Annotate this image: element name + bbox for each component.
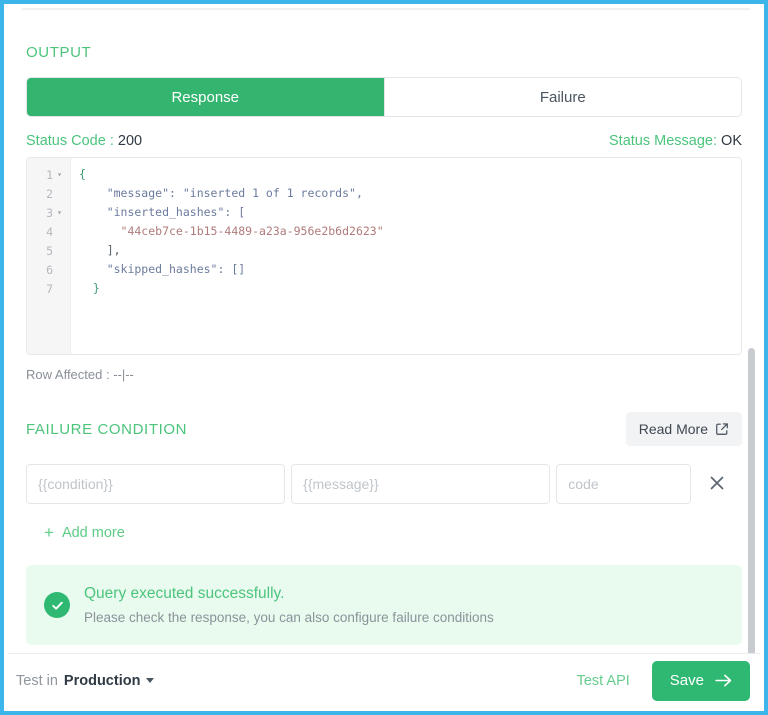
top-divider bbox=[22, 8, 750, 10]
read-more-label: Read More bbox=[638, 421, 708, 437]
save-button[interactable]: Save bbox=[651, 660, 750, 701]
gutter-row[interactable]: 6 bbox=[27, 260, 70, 279]
banner-subtitle: Please check the response, you can also … bbox=[84, 610, 494, 625]
test-in-label: Test in bbox=[16, 672, 58, 689]
external-link-icon bbox=[715, 422, 729, 436]
gutter-row[interactable]: 2 bbox=[27, 184, 70, 203]
gutter-row[interactable]: 5 bbox=[27, 241, 70, 260]
tab-failure[interactable]: Failure bbox=[384, 78, 741, 116]
scrollable-content-area[interactable]: OUTPUT Response Failure Status Code : 20… bbox=[8, 8, 760, 657]
banner-text-group: Query executed successfully. Please chec… bbox=[84, 585, 494, 625]
panel-content: OUTPUT Response Failure Status Code : 20… bbox=[8, 44, 760, 645]
code-line: } bbox=[79, 279, 741, 298]
code-line: ], bbox=[79, 241, 741, 260]
code-token: "inserted_hashes": [ bbox=[79, 205, 246, 219]
read-more-button[interactable]: Read More bbox=[625, 412, 742, 446]
response-code-editor[interactable]: 1 ▾ 2 3 ▾ 4 5 6 7 {"message": "inserted… bbox=[26, 157, 742, 355]
success-banner: Query executed successfully. Please chec… bbox=[26, 565, 742, 645]
status-code-label: Status Code : bbox=[26, 133, 114, 149]
output-tabs: Response Failure bbox=[26, 77, 742, 117]
status-message-value: OK bbox=[721, 133, 742, 149]
add-more-button[interactable]: + Add more bbox=[44, 524, 125, 541]
scrollbar-thumb[interactable] bbox=[748, 348, 755, 660]
vertical-scrollbar[interactable] bbox=[748, 8, 760, 660]
status-message: Status Message: OK bbox=[609, 133, 742, 149]
output-section-title: OUTPUT bbox=[26, 44, 92, 61]
line-number: 1 bbox=[46, 167, 53, 182]
code-token: { bbox=[79, 167, 86, 181]
failure-condition-header: FAILURE CONDITION Read More bbox=[26, 412, 742, 446]
add-more-label: Add more bbox=[61, 524, 125, 541]
status-code: Status Code : 200 bbox=[26, 133, 142, 149]
status-code-value: 200 bbox=[117, 133, 143, 149]
code-token: } bbox=[79, 281, 100, 295]
save-label: Save bbox=[669, 672, 704, 689]
line-number: 7 bbox=[46, 281, 53, 296]
code-token: ], bbox=[79, 243, 121, 257]
close-icon bbox=[708, 474, 726, 495]
editor-gutter: 1 ▾ 2 3 ▾ 4 5 6 7 bbox=[27, 158, 71, 354]
line-number: 4 bbox=[46, 224, 53, 239]
condition-input[interactable] bbox=[26, 464, 286, 504]
gutter-row[interactable]: 7 bbox=[27, 279, 70, 298]
line-number: 2 bbox=[46, 186, 53, 201]
chevron-down-icon bbox=[146, 677, 155, 683]
code-line: "44ceb7ce-1b15-4489-a23a-956e2b6d2623" bbox=[79, 222, 741, 241]
output-panel-window: OUTPUT Response Failure Status Code : 20… bbox=[0, 0, 768, 715]
fold-arrow-icon[interactable]: ▾ bbox=[53, 208, 66, 217]
check-circle-icon bbox=[44, 592, 70, 618]
message-input[interactable] bbox=[291, 464, 551, 504]
test-api-button[interactable]: Test API bbox=[577, 673, 630, 689]
row-affected-text: Row Affected : --|-- bbox=[26, 367, 134, 382]
failure-condition-row bbox=[26, 464, 742, 504]
status-message-label: Status Message: bbox=[609, 133, 718, 149]
line-number: 5 bbox=[46, 243, 53, 258]
code-token: "skipped_hashes": [] bbox=[79, 262, 246, 276]
line-number: 6 bbox=[46, 262, 53, 277]
banner-title: Query executed successfully. bbox=[84, 585, 285, 602]
tab-response[interactable]: Response bbox=[27, 78, 385, 116]
environment-value: Production bbox=[63, 672, 141, 689]
gutter-row[interactable]: 4 bbox=[27, 222, 70, 241]
failure-condition-title: FAILURE CONDITION bbox=[26, 420, 188, 438]
gutter-row[interactable]: 3 ▾ bbox=[27, 203, 70, 222]
footer-action-bar: Test in Production Test API Save bbox=[8, 653, 760, 707]
fold-arrow-icon[interactable]: ▾ bbox=[53, 170, 66, 179]
code-line: "inserted_hashes": [ bbox=[79, 203, 741, 222]
line-number: 3 bbox=[46, 205, 53, 220]
plus-icon: + bbox=[44, 523, 54, 542]
status-row: Status Code : 200 Status Message: OK bbox=[26, 133, 742, 149]
delete-condition-button[interactable] bbox=[691, 474, 742, 495]
code-token: "message": "inserted 1 of 1 records", bbox=[79, 186, 363, 200]
arrow-right-icon bbox=[715, 674, 732, 687]
code-input[interactable] bbox=[556, 464, 692, 504]
editor-code-body[interactable]: { "message": "inserted 1 of 1 records", … bbox=[71, 158, 741, 354]
code-line: "message": "inserted 1 of 1 records", bbox=[79, 184, 741, 203]
code-line: { bbox=[79, 165, 741, 184]
code-line: "skipped_hashes": [] bbox=[79, 260, 741, 279]
code-token: "44ceb7ce-1b15-4489-a23a-956e2b6d2623" bbox=[79, 224, 384, 238]
environment-selector[interactable]: Test in Production bbox=[16, 672, 155, 689]
gutter-row[interactable]: 1 ▾ bbox=[27, 165, 70, 184]
